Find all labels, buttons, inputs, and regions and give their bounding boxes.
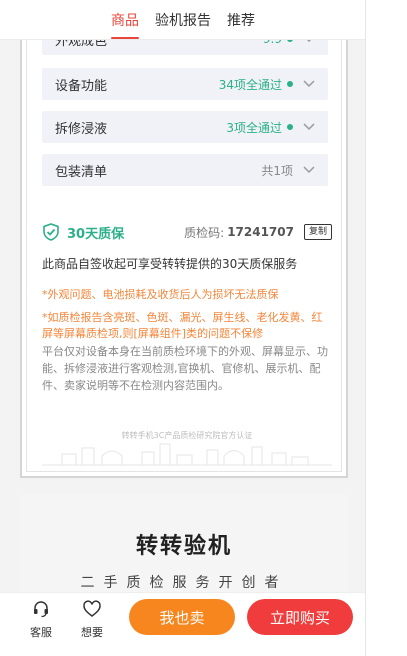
pass-dot [287, 81, 293, 87]
tab-recommend[interactable]: 推荐 [227, 10, 255, 39]
customer-service-label: 客服 [30, 626, 52, 639]
certification-watermark: 转转手机3C产品质检研究院官方认证 [42, 431, 332, 466]
report-row-repair[interactable]: 拆修浸液 3项全通过 [42, 111, 328, 143]
page: 外观成色 9.9 设备功能 34项全通过 [0, 0, 407, 656]
report-row-status: 34项全通过 [219, 76, 293, 93]
top-tab-bar: 商品 验机报告 推荐 [0, 0, 365, 40]
warranty-description: 此商品自签收起可享受转转提供的30天质保服务 [42, 257, 298, 271]
warranty-note-screen: *如质检报告含亮斑、色斑、漏光、屏生线、老化发黄、红屏等屏幕质检项,则[屏幕组件… [42, 311, 323, 340]
inspection-code-value: 17241707 [227, 225, 294, 239]
report-row-function[interactable]: 设备功能 34项全通过 [42, 68, 328, 100]
report-row-status: 3项全通过 [226, 119, 293, 136]
inspection-code-label: 质检码: [184, 225, 225, 240]
inspection-report-card: 外观成色 9.9 设备功能 34项全通过 [20, 0, 348, 478]
wish-label: 想要 [81, 626, 103, 639]
chevron-down-icon [300, 163, 318, 177]
report-row-status: 共1项 [261, 163, 293, 178]
warranty-note-exclusion: *外观问题、电池损耗及收货后人为损坏无法质保 [42, 288, 279, 301]
report-row-label: 设备功能 [55, 78, 108, 94]
brand-title: 转转验机 [135, 534, 232, 559]
buy-now-button[interactable]: 立即购买 [247, 599, 353, 635]
tab-inspection-report[interactable]: 验机报告 [155, 10, 211, 39]
heart-icon [83, 600, 101, 617]
warranty-disclaimer: 平台仅对设备本身在当前质检环境下的外观、屏幕显示、功能、拆修浸液进行客观检测,官… [42, 345, 328, 392]
sell-too-button[interactable]: 我也卖 [129, 599, 235, 635]
watermark-text: 转转手机3C产品质检研究院官方认证 [121, 431, 253, 440]
pass-dot [287, 124, 293, 130]
warranty-title: 30天质保 [67, 226, 125, 242]
brand-subtitle: 二手质检服务开创者 [80, 575, 288, 591]
headset-icon [34, 601, 48, 618]
bottom-action-bar: 客服 想要 我也卖 立即购买 [0, 592, 365, 656]
wish-button[interactable]: 想要 [72, 599, 112, 640]
report-row-label: 拆修浸液 [55, 121, 108, 137]
copy-code-button[interactable]: 复制 [303, 224, 332, 240]
report-row-package[interactable]: 包装清单 共1项 [42, 154, 328, 186]
shield-check-icon [43, 223, 59, 241]
phone-frame: 外观成色 9.9 设备功能 34项全通过 [0, 0, 366, 656]
report-row-label: 包装清单 [55, 164, 108, 180]
tab-product[interactable]: 商品 [111, 10, 139, 39]
warranty-header: 30天质保 质检码: 17241707 复制 [42, 222, 332, 242]
chevron-down-icon [300, 77, 318, 91]
chevron-down-icon [300, 120, 318, 134]
customer-service-button[interactable]: 客服 [21, 599, 61, 640]
